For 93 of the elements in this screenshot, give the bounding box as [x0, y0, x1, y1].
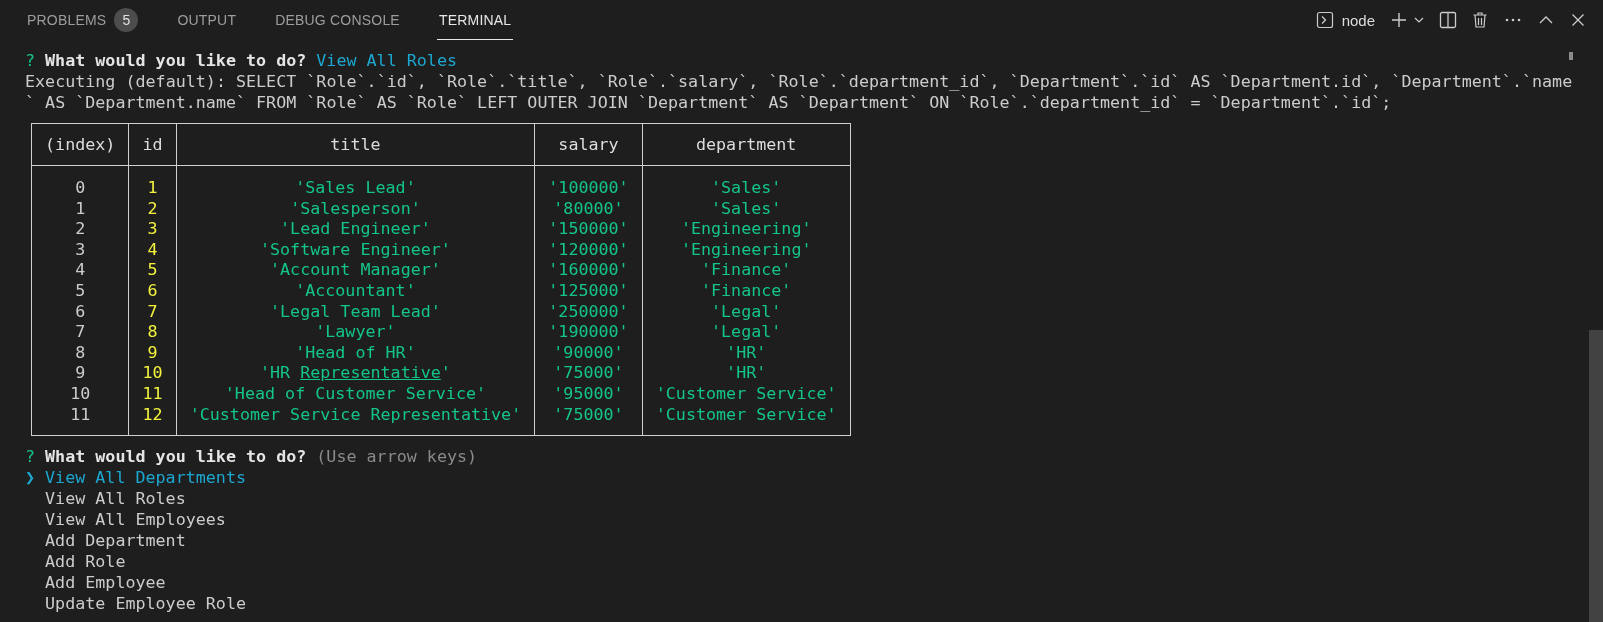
table-cell: 'Account Manager'	[176, 259, 535, 280]
table-cell: '90000'	[534, 341, 643, 363]
log-line: ` AS `Department.name` FROM `Role` AS `Role` LEFT OUTER JOIN `Department` AS `Department` ON `Role`.`department_id` = `Department`.`id`;	[25, 92, 1393, 113]
terminal-selector[interactable]: node	[1315, 11, 1375, 29]
table-cell: 12	[128, 403, 177, 436]
table-cell: 'Customer Service'	[642, 403, 851, 436]
table-cell: '75000'	[534, 362, 643, 383]
table-cell: 1	[31, 197, 129, 219]
table-cell: 'Finance'	[642, 279, 851, 301]
table-cell: 'Software Engineer'	[176, 238, 535, 260]
table-cell: 3	[128, 218, 177, 239]
menu-choice[interactable]: View All Departments	[45, 467, 246, 489]
table-cell: '100000'	[534, 165, 643, 198]
panel-tab[interactable]: PROBLEMS 5	[25, 0, 141, 40]
table-cell: '190000'	[534, 321, 643, 342]
table-cell: '160000'	[534, 259, 643, 280]
table-cell: '95000'	[534, 382, 643, 404]
panel-tab[interactable]: TERMINAL	[436, 0, 514, 40]
table-cell: 10	[31, 382, 129, 404]
table-cell: 11	[31, 403, 129, 436]
table-cell: 'Sales'	[642, 197, 851, 219]
table-cell: 8	[31, 341, 129, 363]
pointer-icon: ❯	[25, 467, 36, 489]
menu-choice[interactable]: View All Employees	[45, 509, 226, 531]
table-cell: 7	[128, 300, 177, 322]
column-header: id	[128, 123, 177, 166]
table-cell: 2	[128, 197, 177, 219]
prompt-question: What would you like to do?	[45, 446, 307, 468]
menu-choice[interactable]: Add Department	[45, 530, 186, 552]
table-cell: 'Head of Customer Service'	[176, 382, 535, 404]
table-cell: 'HR'	[642, 341, 851, 363]
table-cell: 'Lead Engineer'	[176, 218, 535, 239]
table-cell: 'Head of HR'	[176, 341, 535, 363]
table-cell: 4	[128, 238, 177, 260]
table-cell: 1	[128, 165, 177, 198]
table-cell: 'HR'	[642, 362, 851, 383]
scrollbar-thumb[interactable]	[1589, 330, 1603, 622]
menu-choice[interactable]: Add Employee	[45, 572, 166, 594]
column-header: salary	[534, 123, 643, 166]
table-cell: '75000'	[534, 403, 643, 436]
table-cell: 'Engineering'	[642, 218, 851, 239]
prompt-mark: ?	[25, 50, 36, 71]
panel-tab[interactable]: OUTPUT	[175, 0, 239, 40]
table-cell: 'HR Representative'	[176, 362, 535, 383]
menu-choice[interactable]: Add Role	[45, 551, 126, 573]
table-cell: '125000'	[534, 279, 643, 301]
table-cell: '250000'	[534, 300, 643, 322]
menu-choice[interactable]: View All Roles	[45, 488, 186, 510]
table-cell: 'Salesperson'	[176, 197, 535, 219]
count-badge: 5	[114, 7, 139, 32]
table-cell: 'Legal Team Lead'	[176, 300, 535, 322]
table-cell: 'Engineering'	[642, 238, 851, 260]
table-cell: 10	[128, 362, 177, 383]
terminal-icon	[1315, 11, 1334, 29]
split-icon[interactable]	[1439, 11, 1457, 29]
table-cell: 4	[31, 259, 129, 280]
table-cell: 'Legal'	[642, 300, 851, 322]
table-cell: 11	[128, 382, 177, 404]
table-cell: 5	[31, 279, 129, 301]
table-cell: 'Customer Service Representative'	[176, 403, 535, 436]
column-header: department	[642, 123, 851, 166]
panel-tab[interactable]: DEBUG CONSOLE	[273, 0, 402, 40]
table-cell: 2	[31, 218, 129, 239]
table-cell: 'Finance'	[642, 259, 851, 280]
table-cell: 'Sales'	[642, 165, 851, 198]
table-cell: 'Lawyer'	[176, 321, 535, 342]
table-cell: 'Accountant'	[176, 279, 535, 301]
table-cell: 9	[31, 362, 129, 383]
menu-choice[interactable]: Update Employee Role	[45, 593, 246, 615]
table-cell: '80000'	[534, 197, 643, 219]
trash-icon[interactable]	[1471, 11, 1489, 29]
table-cell: 0	[31, 165, 129, 198]
table-cell: 'Sales Lead'	[176, 165, 535, 198]
plus-icon[interactable]	[1389, 11, 1409, 29]
table-cell: 7	[31, 321, 129, 342]
column-header: title	[176, 123, 535, 166]
table-cell: '120000'	[534, 238, 643, 260]
overview-ruler-mark	[1569, 52, 1573, 60]
prompt-hint: (Use arrow keys)	[316, 446, 478, 468]
table-cell: 6	[31, 300, 129, 322]
table-cell: 6	[128, 279, 177, 301]
table-cell: '150000'	[534, 218, 643, 239]
table-cell: 9	[128, 341, 177, 363]
table-cell: 8	[128, 321, 177, 342]
table-cell: 3	[31, 238, 129, 260]
prompt-question: What would you like to do?	[45, 50, 307, 71]
prompt-mark: ?	[25, 446, 36, 468]
table-cell: 'Customer Service'	[642, 382, 851, 404]
prompt-answer: View All Roles	[316, 50, 457, 71]
log-line: Executing (default): SELECT `Role`.`id`, `Role`.`title`, `Role`.`salary`, `Role`.`department_id`, `Department`.`id` AS `Department.id`, `Department`.`name	[25, 71, 1574, 92]
table-cell: 5	[128, 259, 177, 280]
table-cell: 'Legal'	[642, 321, 851, 342]
column-header: (index)	[31, 123, 129, 166]
